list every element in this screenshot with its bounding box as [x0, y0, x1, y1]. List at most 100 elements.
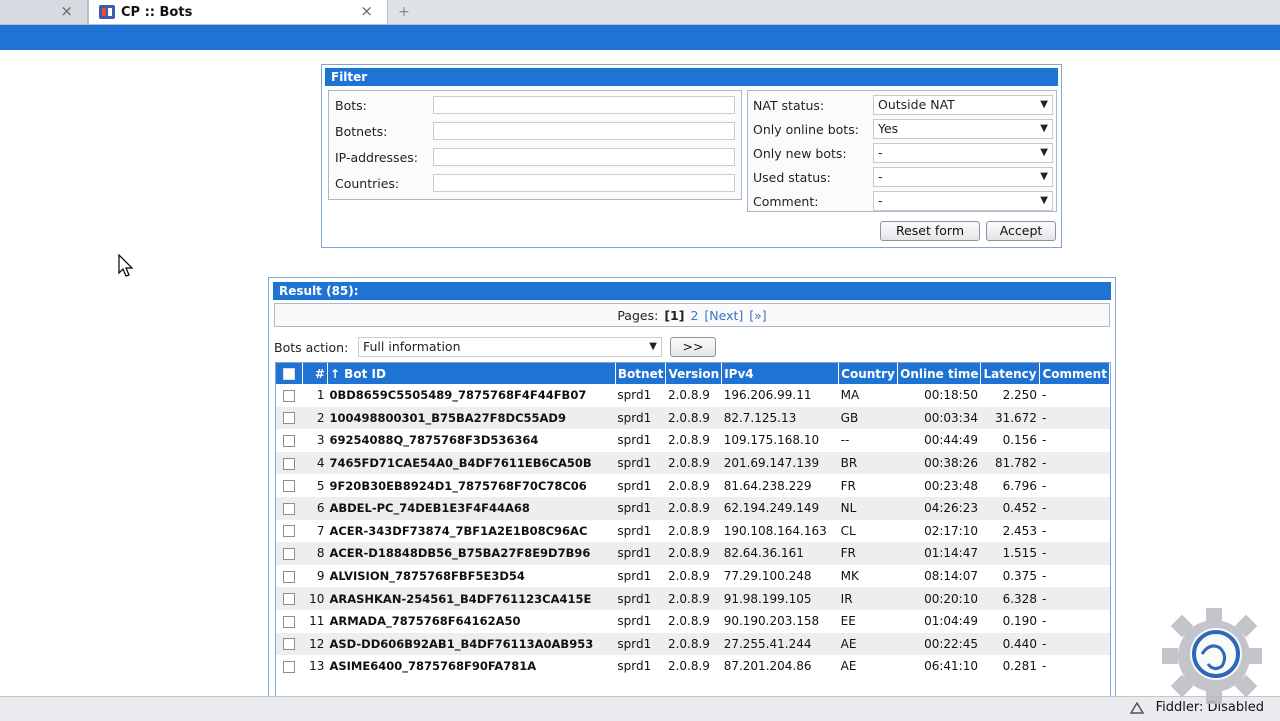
row-checkbox[interactable] — [283, 389, 296, 402]
row-checkbox[interactable] — [283, 457, 296, 470]
table-row[interactable]: 11 ARMADA_7875768F64162A50 sprd1 2.0.8.9 90.… — [276, 610, 1110, 633]
filter-row-online: Only online bots: Yes ▼ — [753, 118, 1053, 140]
bot-id-cell[interactable]: 0BD8659C5505489_7875768F4F44FB07 — [327, 384, 615, 407]
filter-row-bots: Bots: — [335, 94, 735, 116]
table-row[interactable]: 9 ALVISION_7875768FBF5E3D54 sprd1 2.0.8.9 77… — [276, 565, 1110, 588]
col-latency[interactable]: Latency — [980, 363, 1041, 384]
col-version[interactable]: Version — [665, 363, 723, 384]
row-checkbox[interactable] — [283, 547, 296, 560]
table-row[interactable]: 4 7465FD71CAE54A0_B4DF7611EB6CA50B sprd1 2.… — [276, 451, 1110, 475]
filter-row-countries: Countries: — [335, 172, 735, 194]
accept-button[interactable]: Accept — [986, 221, 1056, 241]
row-checkbox-cell — [276, 451, 303, 475]
row-checkbox-cell — [276, 406, 303, 430]
latency-cell: 0.281 — [1002, 659, 1037, 674]
comment-cell: - — [1039, 587, 1110, 610]
ip-addresses-input[interactable] — [433, 148, 735, 166]
botnet-cell: sprd1 — [615, 496, 666, 520]
chevron-down-icon: ▼ — [649, 341, 657, 352]
bot-id-cell[interactable]: ACER-D18848DB56_B75BA27F8E9D7B96 — [327, 542, 616, 565]
row-checkbox[interactable] — [283, 615, 296, 628]
only-online-select[interactable]: Yes ▼ — [873, 119, 1053, 139]
row-checkbox[interactable] — [283, 660, 296, 673]
nat-status-select[interactable]: Outside NAT ▼ — [873, 95, 1053, 115]
latency-cell: 6.328 — [980, 587, 1040, 610]
col-comment[interactable]: Comment — [1039, 363, 1110, 384]
table-row[interactable]: 5 9F20B30EB8924D1_7875768F70C78C06 sprd1 2.… — [276, 474, 1110, 497]
used-status-select[interactable]: - ▼ — [873, 167, 1053, 187]
version-cell: 2.0.8.9 — [667, 478, 710, 493]
bot-id-cell[interactable]: 100498800301_B75BA27F8DC55AD9 — [327, 406, 616, 430]
table-row[interactable]: 8 ACER-D18848DB56_B75BA27F8E9D7B96 sprd1 2.… — [276, 542, 1110, 565]
row-checkbox[interactable] — [283, 638, 296, 651]
bots-action-select[interactable]: Full information ▼ — [358, 337, 662, 357]
comment-select[interactable]: - ▼ — [873, 191, 1053, 211]
page-last-link[interactable]: [»] — [749, 308, 766, 323]
ipv4-cell: 201.69.147.139 — [721, 451, 839, 475]
latency-cell: 81.782 — [980, 451, 1040, 475]
col-bot-id[interactable]: ↑ Bot ID — [327, 363, 616, 384]
bot-id-cell[interactable]: ABDEL-PC_74DEB1E3F4F44A68 — [327, 496, 616, 520]
row-checkbox[interactable] — [283, 502, 296, 515]
col-online-time[interactable]: Online time — [897, 363, 982, 384]
reset-form-button[interactable]: Reset form — [880, 221, 980, 241]
only-new-select[interactable]: - ▼ — [873, 143, 1053, 163]
table-row[interactable]: 2 100498800301_B75BA27F8DC55AD9 sprd1 2.0.8… — [276, 406, 1110, 430]
bot-id-cell[interactable]: ARASHKAN-254561_B4DF761123CA415E — [327, 587, 616, 610]
col-country[interactable]: Country — [838, 363, 899, 384]
bot-id-cell[interactable]: ALVISION_7875768FBF5E3D54 — [327, 565, 615, 588]
country-cell: FR — [840, 478, 856, 493]
tab-close-icon[interactable]: × — [360, 2, 373, 20]
page-next-link[interactable]: [Next] — [704, 308, 743, 323]
row-checkbox-cell — [276, 655, 302, 678]
botnet-cell: sprd1 — [617, 614, 652, 629]
table-row[interactable]: 3 69254088Q_7875768F3D536364 sprd1 2.0.8.9 1… — [276, 429, 1110, 452]
bot-id-cell[interactable]: ARMADA_7875768F64162A50 — [327, 610, 615, 633]
bots-action-go-button[interactable]: >> — [670, 337, 716, 357]
row-checkbox[interactable] — [283, 525, 296, 538]
row-checkbox-cell — [276, 496, 303, 520]
table-row[interactable]: 12 ASD-DD606B92AB1_B4DF76113A0AB953 sprd1 2… — [276, 632, 1110, 656]
row-checkbox[interactable] — [283, 480, 296, 493]
country-cell: NL — [838, 496, 898, 520]
bot-id-cell[interactable]: ACER-343DF73874_7BF1A2E1B08C96AC — [327, 520, 615, 543]
filter-row-new: Only new bots: - ▼ — [753, 142, 1053, 164]
select-all-checkbox[interactable] — [282, 368, 295, 380]
chevron-down-icon: ▼ — [1040, 171, 1048, 182]
ipv4-cell: 91.98.199.105 — [721, 587, 839, 610]
tab-close-icon[interactable]: × — [60, 2, 73, 20]
bot-id-cell[interactable]: 69254088Q_7875768F3D536364 — [327, 429, 615, 452]
table-row[interactable]: 10 ARASHKAN-254561_B4DF761123CA415E sprd1 2… — [276, 587, 1110, 610]
filter-row-nat: NAT status: Outside NAT ▼ — [753, 94, 1053, 116]
bot-id-cell[interactable]: 7465FD71CAE54A0_B4DF7611EB6CA50B — [327, 451, 616, 475]
col-ipv4[interactable]: IPv4 — [721, 363, 840, 384]
bots-input[interactable] — [433, 96, 735, 114]
latency-cell: 0.440 — [980, 632, 1040, 656]
table-row[interactable]: 13 ASIME6400_7875768F90FA781A sprd1 2.0.8.9… — [276, 655, 1110, 678]
page-2-link[interactable]: 2 — [690, 308, 698, 323]
bot-id-cell[interactable]: 9F20B30EB8924D1_7875768F70C78C06 — [327, 474, 615, 497]
table-row[interactable]: 1 0BD8659C5505489_7875768F4F44FB07 sprd1 2.… — [276, 384, 1110, 407]
botnets-input[interactable] — [433, 122, 735, 140]
col-botnet[interactable]: Botnet — [615, 363, 667, 384]
table-row[interactable]: 6 ABDEL-PC_74DEB1E3F4F44A68 sprd1 2.0.8.9 62… — [276, 496, 1110, 520]
row-number: 10 — [302, 587, 328, 610]
online-time-cell: 00:23:48 — [924, 478, 978, 493]
table-row[interactable]: 7 ACER-343DF73874_7BF1A2E1B08C96AC sprd1 2.… — [276, 520, 1110, 543]
browser-tab-inactive[interactable]: × — [0, 0, 88, 24]
latency-cell: 0.156 — [1002, 433, 1037, 448]
version-cell: 2.0.8.9 — [667, 659, 710, 674]
bot-id-cell[interactable]: ASD-DD606B92AB1_B4DF76113A0AB953 — [327, 632, 616, 656]
ipv4-cell: 196.206.99.11 — [723, 388, 812, 403]
row-checkbox[interactable] — [283, 593, 296, 606]
bot-id-cell[interactable]: ASIME6400_7875768F90FA781A — [327, 655, 615, 678]
row-checkbox[interactable] — [283, 412, 296, 425]
new-tab-icon[interactable]: + — [390, 0, 418, 24]
version-cell: 2.0.8.9 — [665, 632, 722, 656]
only-online-label: Only online bots: — [753, 121, 859, 137]
browser-tab-active[interactable]: CP :: Bots × — [88, 0, 388, 24]
countries-input[interactable] — [433, 174, 735, 192]
row-checkbox[interactable] — [283, 434, 296, 447]
online-time-cell: 04:26:23 — [897, 496, 981, 520]
row-checkbox[interactable] — [283, 570, 296, 583]
